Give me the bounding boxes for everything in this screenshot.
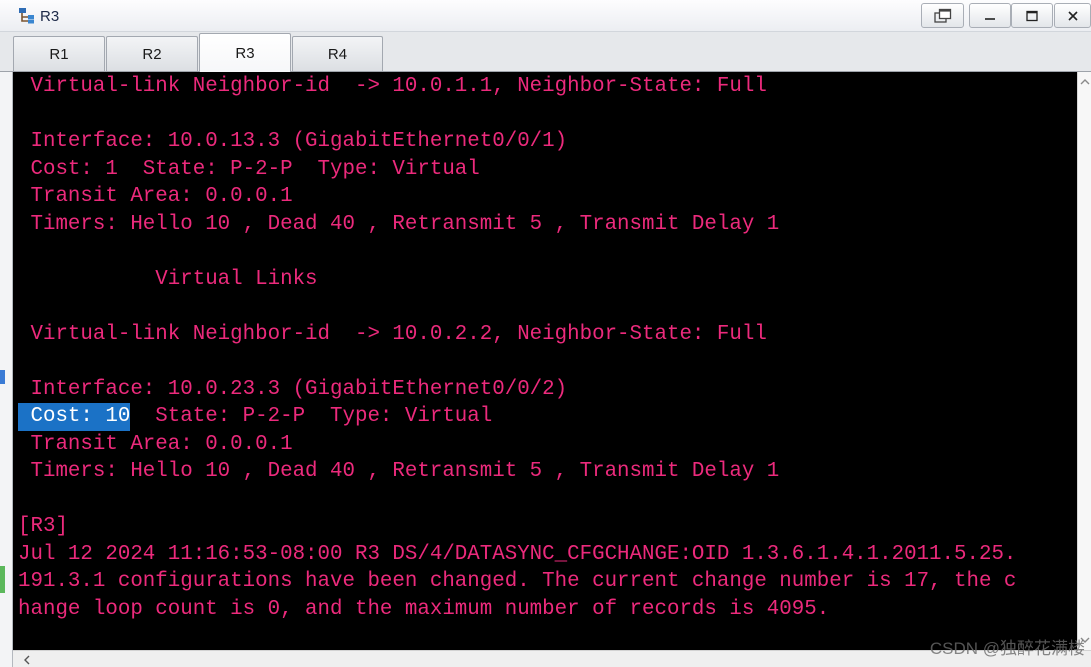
terminal-line-rest: State: P-2-P Type: Virtual (130, 405, 493, 429)
chevron-left-icon[interactable] (23, 654, 31, 666)
minimize-button[interactable] (969, 3, 1011, 28)
icon-shape (1080, 79, 1090, 85)
tab-label: R3 (235, 44, 255, 62)
close-button[interactable] (1054, 3, 1091, 28)
chevron-up-icon[interactable] (1079, 78, 1091, 86)
terminal-line: Timers: Hello 10 , Dead 40 , Retransmit … (18, 212, 780, 236)
terminal-line: Transit Area: 0.0.0.1 (18, 185, 293, 209)
icon-link-shape (21, 13, 28, 22)
background-window-strip (0, 72, 13, 667)
terminal-line: 191.3.1 configurations have been changed… (18, 570, 1017, 594)
tab-r2[interactable]: R2 (106, 36, 198, 71)
terminal-line: Cost: 1 State: P-2-P Type: Virtual (18, 157, 480, 181)
icon-node-shape (19, 8, 26, 13)
terminal-line: Transit Area: 0.0.0.1 (18, 432, 293, 456)
tab-label: R1 (49, 45, 69, 63)
terminal-line: Interface: 10.0.13.3 (GigabitEthernet0/0… (18, 130, 568, 154)
terminal-line-with-selection: Cost: 10 State: P-2-P Type: Virtual (18, 403, 1077, 431)
watermark: CSDN @独醉花满楼 (929, 639, 1085, 658)
terminal-line: Interface: 10.0.23.3 (GigabitEthernet0/0… (18, 377, 568, 401)
minimize-icon (985, 17, 995, 20)
maximize-button[interactable] (1011, 3, 1053, 28)
maximize-icon (1026, 10, 1038, 21)
window-title-bar[interactable]: R3 (0, 0, 1091, 32)
tab-r4[interactable]: R4 (292, 36, 383, 71)
background-window-fragment (0, 370, 5, 384)
detach-window-icon (933, 8, 951, 23)
terminal-line: Virtual-link Neighbor-id -> 10.0.1.1, Ne… (18, 75, 767, 98)
tab-r3[interactable]: R3 (199, 33, 291, 72)
tab-r1[interactable]: R1 (13, 36, 105, 71)
vertical-scrollbar[interactable] (1077, 72, 1091, 650)
tab-label: R4 (327, 45, 348, 63)
terminal-line: Timers: Hello 10 , Dead 40 , Retransmit … (18, 460, 780, 484)
terminal-prompt: [R3] (18, 515, 68, 539)
icon-node-shape (28, 15, 34, 19)
selected-text: Cost: 10 (18, 403, 131, 431)
terminal-line: hange loop count is 0, and the maximum n… (18, 597, 830, 621)
window-title: R3 (40, 8, 60, 25)
icon-node-shape (28, 19, 34, 24)
icon-shape (1067, 10, 1078, 21)
terminal-line: Virtual-link Neighbor-id -> 10.0.2.2, Ne… (18, 322, 767, 346)
terminal-line: Virtual Links (18, 267, 318, 291)
tab-label: R2 (142, 45, 162, 63)
restore-tab-button[interactable] (921, 3, 964, 28)
background-window-fragment (0, 566, 5, 593)
network-topology-icon (19, 8, 34, 24)
terminal-line: Jul 12 2024 11:16:53-08:00 R3 DS/4/DATAS… (18, 542, 1017, 566)
icon-shape (24, 655, 30, 665)
close-icon (1067, 10, 1078, 21)
terminal-screen[interactable]: Virtual-link Neighbor-id -> 10.0.1.1, Ne… (13, 72, 1077, 650)
